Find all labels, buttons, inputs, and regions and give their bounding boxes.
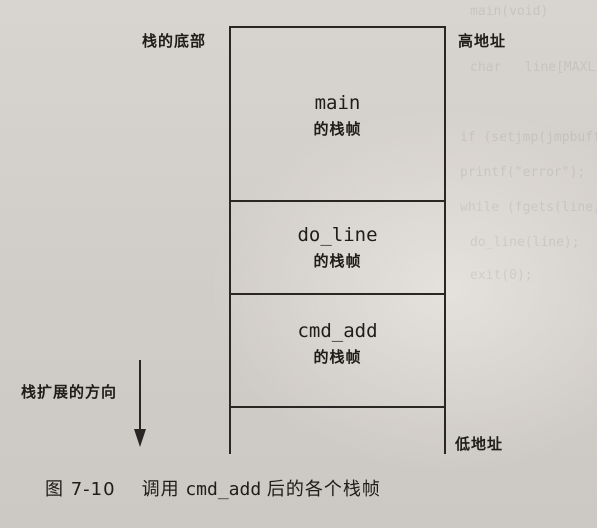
bleed-through-text: do_line(line); bbox=[470, 235, 580, 250]
stack-frame-cmd-add: cmd_add 的栈帧 bbox=[231, 318, 444, 372]
stack-bottom-label: 栈的底部 bbox=[142, 32, 207, 50]
frame-function-name: cmd_add bbox=[297, 320, 378, 342]
frame-function-name: main bbox=[314, 92, 361, 114]
down-arrow-icon bbox=[139, 360, 141, 432]
bleed-through-text: printf("error"); bbox=[460, 165, 586, 180]
low-address-label: 低地址 bbox=[455, 435, 504, 453]
stack-top-edge bbox=[229, 26, 446, 28]
growth-direction-label: 栈扩展的方向 bbox=[20, 383, 117, 401]
bleed-through-text: exit(0); bbox=[470, 268, 533, 283]
caption-code: cmd_add bbox=[185, 479, 262, 500]
caption-text: 调用 bbox=[141, 479, 180, 500]
frame-label: 的栈帧 bbox=[313, 252, 362, 270]
frame-label: 的栈帧 bbox=[313, 120, 362, 138]
frame-divider bbox=[229, 200, 446, 202]
bleed-through-text: if (setjmp(jmpbuffer) != 0) bbox=[460, 130, 597, 145]
frame-label: 的栈帧 bbox=[313, 348, 362, 366]
stack-right-edge bbox=[444, 26, 446, 454]
bleed-through-text: while (fgets(line, MAXLINE, stdin) bbox=[460, 200, 597, 215]
bleed-through-text: char line[MAXLINE]; bbox=[470, 60, 597, 75]
bleed-through-text: main(void) bbox=[470, 4, 549, 19]
frame-function-name: do_line bbox=[297, 224, 378, 246]
frame-divider bbox=[229, 293, 446, 295]
figure-number: 图 7-10 bbox=[45, 479, 116, 500]
high-address-label: 高地址 bbox=[458, 32, 507, 50]
figure-caption: 图 7-10 调用 cmd_add 后的各个栈帧 bbox=[45, 477, 381, 503]
stack-frame-do-line: do_line 的栈帧 bbox=[231, 222, 444, 276]
caption-text: 后的各个栈帧 bbox=[266, 479, 381, 500]
frame-divider bbox=[229, 406, 446, 408]
arrowhead-icon bbox=[134, 429, 146, 447]
stack-frame-main: main 的栈帧 bbox=[231, 90, 444, 144]
